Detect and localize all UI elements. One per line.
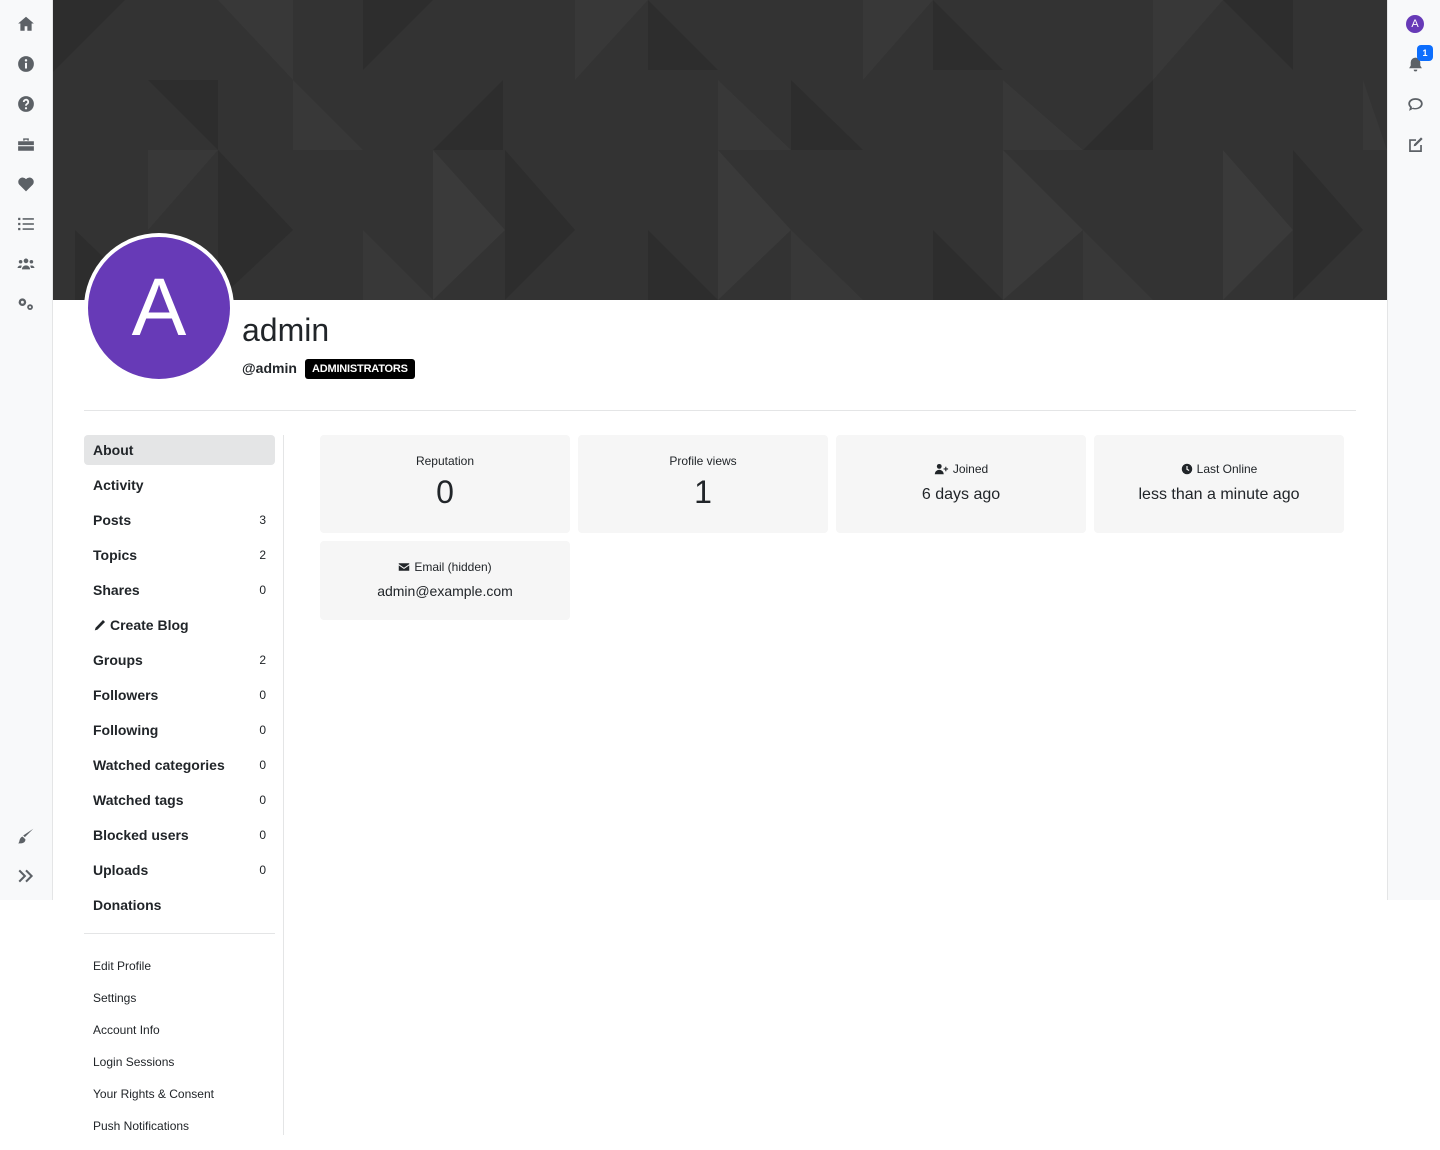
compose-icon: [1408, 136, 1423, 152]
settings-item-rights-consent[interactable]: Your Rights & Consent: [84, 1078, 275, 1110]
stat-value: 0: [436, 474, 454, 510]
menu-item-count: 0: [259, 723, 266, 737]
menu-item-posts[interactable]: Posts 3: [84, 505, 275, 535]
stat-value: admin@example.com: [377, 583, 513, 599]
stat-label-wrap: Email (hidden): [320, 560, 570, 574]
menu-item-label: Following: [93, 722, 159, 738]
notifications-button[interactable]: 1: [1404, 45, 1433, 75]
stat-label-wrap: Joined: [836, 462, 1086, 476]
menu-item-label: Watched categories: [93, 757, 225, 773]
settings-item-edit-profile[interactable]: Edit Profile: [84, 950, 275, 982]
stat-label: Email (hidden): [414, 560, 492, 574]
stat-label-wrap: Last Online: [1094, 462, 1344, 476]
stat-value: less than a minute ago: [1138, 486, 1300, 503]
menu-item-count: 0: [259, 793, 266, 807]
settings-item-settings[interactable]: Settings: [84, 982, 275, 1014]
left-sidebar: [0, 0, 53, 900]
expand-icon[interactable]: [15, 865, 37, 887]
stat-label: Profile views: [669, 454, 737, 468]
header-divider: [84, 410, 1356, 411]
group-badge[interactable]: ADMINISTRATORS: [305, 359, 415, 379]
clock-icon: [1181, 463, 1192, 475]
menu-item-count: 3: [259, 513, 266, 527]
menu-item-donations[interactable]: Donations: [84, 890, 275, 920]
user-menu-avatar[interactable]: A: [1404, 13, 1426, 35]
menu-divider: [84, 933, 275, 934]
question-icon[interactable]: [15, 93, 37, 115]
stat-card-joined: Joined 6 days ago: [836, 435, 1086, 533]
stat-card-last-online: Last Online less than a minute ago: [1094, 435, 1344, 533]
briefcase-icon[interactable]: [15, 133, 37, 155]
menu-item-label: Followers: [93, 687, 159, 703]
profile-username: @admin: [242, 360, 297, 376]
pencil-icon: [94, 619, 106, 630]
stat-value: 1: [694, 474, 712, 510]
heart-icon[interactable]: [15, 173, 37, 195]
stat-value: 6 days ago: [921, 486, 1001, 503]
menu-item-label: About: [93, 442, 134, 458]
menu-item-label: Create Blog: [110, 617, 189, 633]
profile-display-name: admin: [242, 312, 330, 348]
menu-item-label: Blocked users: [93, 827, 189, 843]
right-sidebar: A 1: [1387, 0, 1440, 900]
profile-avatar: A: [84, 233, 234, 383]
users-icon[interactable]: [15, 253, 37, 275]
stat-label: Joined: [952, 462, 989, 476]
menu-item-count: 0: [259, 583, 266, 597]
menu-item-topics[interactable]: Topics 2: [84, 540, 275, 570]
notification-count-badge: 1: [1417, 45, 1433, 61]
menu-item-label: Uploads: [93, 862, 149, 878]
avatar-icon: A: [1406, 15, 1424, 33]
profile-menu: About Activity Posts 3 Topics 2 Shares 0…: [84, 435, 275, 925]
list-icon[interactable]: [15, 213, 37, 235]
stat-label: Reputation: [415, 454, 475, 468]
menu-item-label: Groups: [93, 652, 143, 668]
info-icon[interactable]: [15, 53, 37, 75]
cogs-icon[interactable]: [15, 293, 37, 315]
menu-item-following[interactable]: Following 0: [84, 715, 275, 745]
menu-item-blocked-users[interactable]: Blocked users 0: [84, 820, 275, 850]
menu-item-count: 2: [259, 548, 266, 562]
menu-item-label: Shares: [93, 582, 140, 598]
menu-item-count: 2: [259, 653, 266, 667]
settings-item-login-sessions[interactable]: Login Sessions: [84, 1046, 275, 1078]
menu-item-count: 0: [259, 828, 266, 842]
home-icon[interactable]: [15, 13, 37, 35]
menu-item-create-blog[interactable]: Create Blog: [84, 610, 275, 640]
menu-item-activity[interactable]: Activity: [84, 470, 275, 500]
menu-item-watched-categories[interactable]: Watched categories 0: [84, 750, 275, 780]
stat-card-reputation: Reputation 0: [320, 435, 570, 533]
menu-item-groups[interactable]: Groups 2: [84, 645, 275, 675]
stat-label: Last Online: [1196, 462, 1258, 476]
user-plus-icon: [934, 463, 948, 475]
menu-item-watched-tags[interactable]: Watched tags 0: [84, 785, 275, 815]
menu-item-uploads[interactable]: Uploads 0: [84, 855, 275, 885]
stat-card-profile-views: Profile views 1: [578, 435, 828, 533]
menu-item-count: 0: [259, 863, 266, 877]
settings-menu: Edit Profile Settings Account Info Login…: [84, 950, 275, 1142]
cover-photo: [53, 0, 1387, 300]
menu-vertical-divider: [283, 435, 284, 1135]
menu-item-label: Topics: [93, 547, 138, 563]
chat-icon: [1407, 97, 1423, 111]
menu-item-followers[interactable]: Followers 0: [84, 680, 275, 710]
stat-card-email: Email (hidden) admin@example.com: [320, 541, 570, 620]
brush-icon[interactable]: [15, 825, 37, 847]
settings-item-account-info[interactable]: Account Info: [84, 1014, 275, 1046]
menu-item-about[interactable]: About: [84, 435, 275, 465]
menu-item-label: Activity: [93, 477, 144, 493]
settings-item-push-notifications[interactable]: Push Notifications: [84, 1110, 275, 1142]
chats-button[interactable]: [1404, 93, 1426, 115]
menu-item-label-wrap: Create Blog: [93, 617, 189, 633]
menu-item-count: 0: [259, 688, 266, 702]
envelope-icon: [399, 563, 410, 571]
compose-button[interactable]: [1404, 133, 1426, 155]
menu-item-label: Watched tags: [93, 792, 184, 808]
menu-item-label: Posts: [93, 512, 132, 528]
menu-item-count: 0: [259, 758, 266, 772]
menu-item-label: Donations: [93, 897, 162, 913]
menu-item-shares[interactable]: Shares 0: [84, 575, 275, 605]
